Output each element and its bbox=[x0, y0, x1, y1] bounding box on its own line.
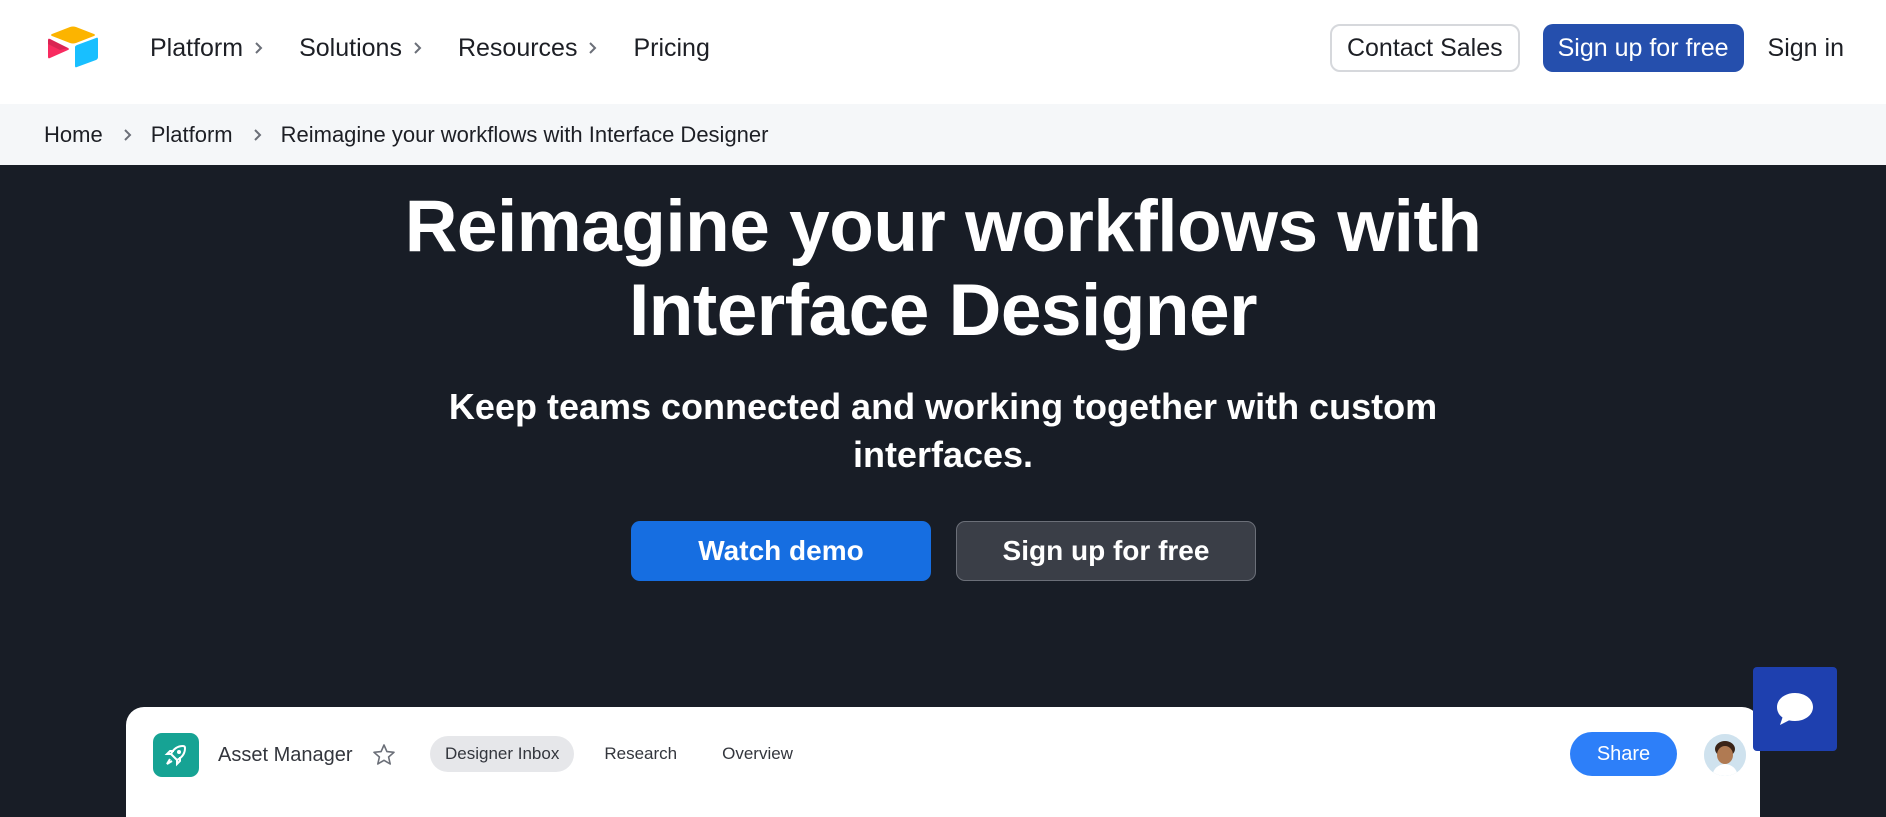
chevron-right-icon bbox=[123, 128, 132, 141]
nav-item-label: Resources bbox=[457, 33, 578, 62]
chevron-right-icon bbox=[589, 42, 597, 54]
hero-title: Reimagine your workflows with Interface … bbox=[0, 185, 1886, 353]
chevron-right-icon bbox=[253, 128, 262, 141]
tab-designer-inbox[interactable]: Designer Inbox bbox=[430, 736, 575, 772]
tab-overview[interactable]: Overview bbox=[707, 736, 808, 772]
hero-cta-row: Watch demo Sign up for free bbox=[631, 521, 1256, 581]
watch-demo-button[interactable]: Watch demo bbox=[631, 521, 931, 581]
chevron-right-icon bbox=[414, 42, 422, 54]
nav-item-platform[interactable]: Platform bbox=[150, 34, 263, 63]
interface-tabs: Designer Inbox Research Overview bbox=[430, 736, 823, 772]
nav-item-resources[interactable]: Resources bbox=[458, 34, 598, 63]
hero-subtitle-line: Keep teams connected and working togethe… bbox=[448, 386, 1438, 427]
nav-item-label: Solutions bbox=[299, 33, 402, 62]
hero-title-line: Interface Designer bbox=[629, 270, 1257, 351]
nav-item-label: Pricing bbox=[633, 33, 710, 62]
user-avatar-icon bbox=[1704, 734, 1746, 776]
app-icon[interactable] bbox=[153, 733, 199, 777]
nav-item-solutions[interactable]: Solutions bbox=[299, 34, 422, 63]
breadcrumb-home[interactable]: Home bbox=[44, 122, 103, 148]
hero-subtitle: Keep teams connected and working togethe… bbox=[0, 383, 1886, 479]
nav-actions: Contact Sales Sign up for free Sign in bbox=[1329, 0, 1886, 96]
rocket-icon bbox=[164, 744, 187, 767]
contact-sales-button[interactable]: Contact Sales bbox=[1329, 24, 1520, 72]
breadcrumb: Home Platform Reimagine your workflows w… bbox=[0, 104, 1886, 165]
nav-item-pricing[interactable]: Pricing bbox=[633, 34, 709, 63]
hero-subtitle-line: interfaces. bbox=[852, 434, 1034, 475]
hero-title-line: Reimagine your workflows with bbox=[404, 186, 1482, 267]
chat-button[interactable] bbox=[1753, 667, 1837, 751]
hero-sign-up-button[interactable]: Sign up for free bbox=[956, 521, 1256, 581]
primary-nav: Platform Solutions Resources Pricing bbox=[150, 0, 746, 96]
breadcrumb-current: Reimagine your workflows with Interface … bbox=[280, 121, 769, 147]
chevron-right-icon bbox=[255, 42, 263, 54]
airtable-logo[interactable] bbox=[46, 24, 100, 70]
top-nav: Platform Solutions Resources Pricing Con… bbox=[0, 0, 1886, 104]
nav-item-label: Platform bbox=[150, 33, 244, 62]
share-button[interactable]: Share bbox=[1570, 732, 1677, 776]
interface-preview: Asset Manager Designer Inbox Research Ov… bbox=[126, 707, 1760, 817]
sign-up-button[interactable]: Sign up for free bbox=[1542, 24, 1744, 72]
tab-research[interactable]: Research bbox=[589, 736, 692, 772]
avatar[interactable] bbox=[1704, 734, 1746, 776]
breadcrumb-platform[interactable]: Platform bbox=[151, 122, 233, 148]
chat-bubble-icon bbox=[1777, 693, 1813, 725]
hero-section: Reimagine your workflows with Interface … bbox=[0, 165, 1886, 799]
star-icon[interactable] bbox=[372, 743, 396, 767]
app-name: Asset Manager bbox=[218, 744, 353, 766]
sign-in-link[interactable]: Sign in bbox=[1768, 34, 1844, 63]
